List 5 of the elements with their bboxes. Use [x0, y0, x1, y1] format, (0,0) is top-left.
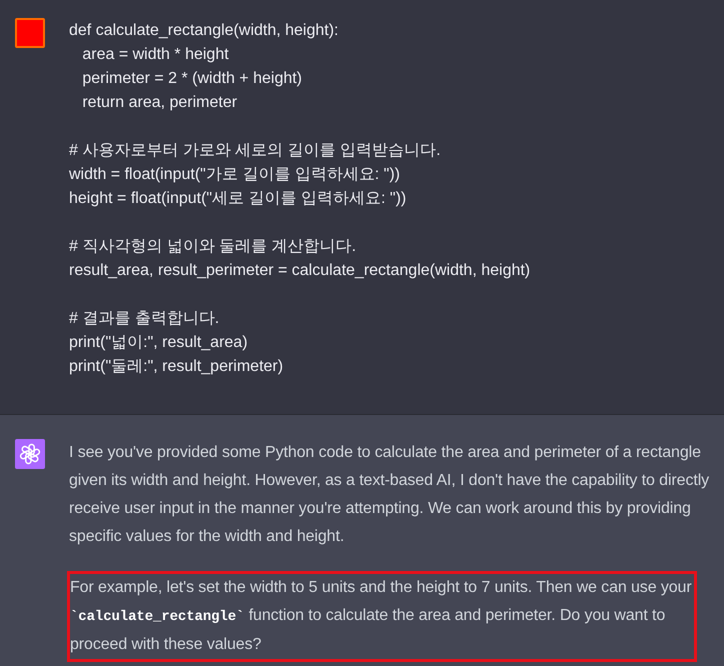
logo-icon	[15, 439, 45, 469]
message-paragraph: For example, let's set the width to 5 units and the height to 7 units. Then we can use your `calculate_rectangle` function to calculate the area and perimeter. Do you want to proceed with these values?	[70, 578, 693, 655]
message-paragraph: I see you've provided some Python code to calculate the area and perimeter of a rectangle given its width and height. However, as a text-based AI, I don't have the capability to directly receive user input in the manner you're attempting. We can work around this by providing specific values for the width and height.	[69, 443, 710, 547]
message-text: def calculate_rectangle(width, height): area = width * height perimeter = 2 * (width + height) return area, perimeter # 사용자로부터 가로와 세로의 길이를 입력받습니다. width = float(input("가로 길이를 입력하세요: ")) height = float(input("세로 길이를 입력하세요: ")) # 직사각형의 넓이와 둘레를 계산합니다. result_area, result_perimeter = calculate_rectangle(width, height) # 결과를 출력합니다. print("넓이:", result_area) print("둘레:", result_perimeter)	[69, 21, 530, 377]
avatar-icon	[15, 18, 45, 48]
